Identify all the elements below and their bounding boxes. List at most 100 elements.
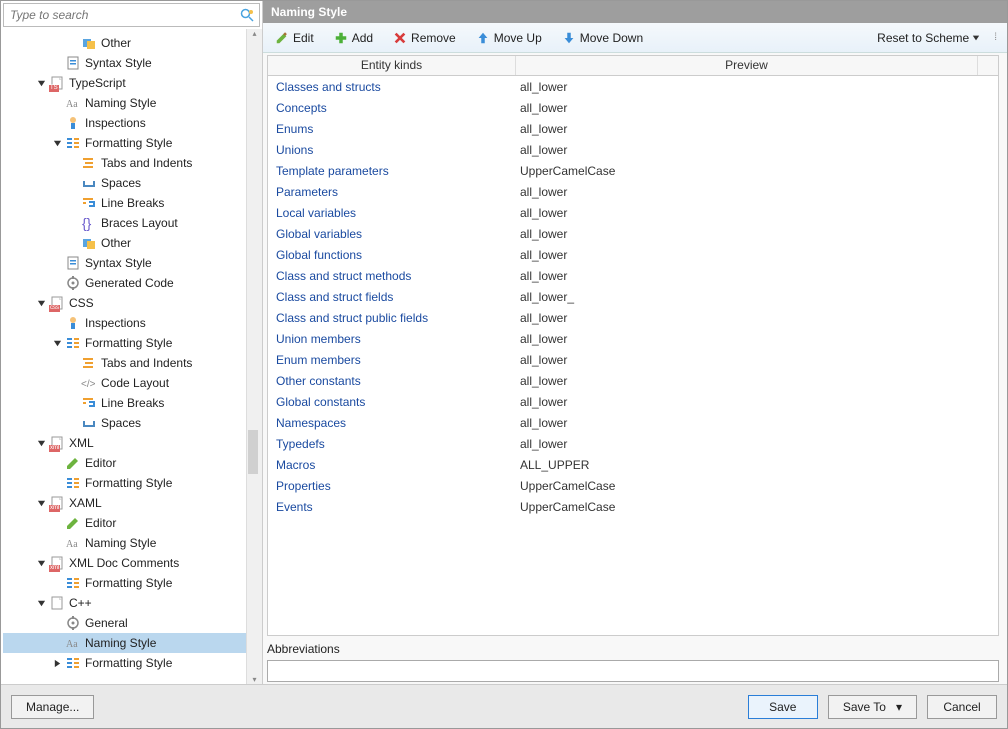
spaces-icon [81,175,97,191]
tree-item[interactable]: Other [3,233,246,253]
move-down-button[interactable]: Move Down [558,29,647,47]
tree-item[interactable]: Line Breaks [3,193,246,213]
tree-item[interactable]: Braces Layout [3,213,246,233]
add-button[interactable]: Add [330,29,377,47]
col-entity-kinds[interactable]: Entity kinds [268,56,516,75]
entity-cell: Typedefs [268,437,516,451]
table-row[interactable]: Unionsall_lower [268,139,998,160]
syntax-icon [65,55,81,71]
table-row[interactable]: Conceptsall_lower [268,97,998,118]
tree-item[interactable]: Syntax Style [3,53,246,73]
table-row[interactable]: Global constantsall_lower [268,391,998,412]
table-row[interactable]: Class and struct methodsall_lower [268,265,998,286]
toolbar-overflow-icon[interactable]: ⁞ [992,32,999,43]
table-row[interactable]: Other constantsall_lower [268,370,998,391]
tree-item[interactable]: Editor [3,453,246,473]
tree-item[interactable]: Syntax Style [3,253,246,273]
aa-icon [65,635,81,651]
table-row[interactable]: EventsUpperCamelCase [268,496,998,517]
manage-button[interactable]: Manage... [11,695,94,719]
table-row[interactable]: Namespacesall_lower [268,412,998,433]
tree-scrollbar[interactable]: ▴ ▾ [246,29,262,684]
format-icon [65,335,81,351]
tree-item[interactable]: Generated Code [3,273,246,293]
table-row[interactable]: PropertiesUpperCamelCase [268,475,998,496]
gen-icon [65,615,81,631]
settings-tree[interactable]: OtherSyntax StyleTSTypeScriptNaming Styl… [1,29,246,684]
save-to-button[interactable]: Save To▾ [828,695,917,719]
search-input[interactable] [4,8,239,22]
save-button[interactable]: Save [748,695,818,719]
table-row[interactable]: Global functionsall_lower [268,244,998,265]
tree-expand-icon[interactable] [35,497,47,509]
tree-expand-icon[interactable] [51,137,63,149]
ts-icon: TS [49,75,65,91]
table-row[interactable]: Local variablesall_lower [268,202,998,223]
tree-expand-icon[interactable] [35,597,47,609]
tree-item[interactable]: xmlXML [3,433,246,453]
splitter-handle[interactable] [248,430,258,474]
bottom-bar: Manage... Save Save To▾ Cancel [1,684,1007,728]
tree-expand-icon[interactable] [51,657,63,669]
tabs-icon [81,355,97,371]
table-row[interactable]: Typedefsall_lower [268,433,998,454]
tree-item[interactable]: Formatting Style [3,653,246,673]
cancel-button[interactable]: Cancel [927,695,997,719]
abbreviations-input[interactable] [267,660,999,682]
entity-cell: Macros [268,458,516,472]
preview-cell: all_lower [516,143,998,157]
tree-item[interactable]: Naming Style [3,633,246,653]
tree-expand-icon [51,617,63,629]
move-up-button[interactable]: Move Up [472,29,546,47]
tree-item[interactable]: Formatting Style [3,473,246,493]
tree-item[interactable]: Formatting Style [3,133,246,153]
tree-item[interactable]: xmlXAML [3,493,246,513]
tree-item[interactable]: xml XML Doc Comments [3,553,246,573]
table-row[interactable]: Enumsall_lower [268,118,998,139]
tree-item[interactable]: Tabs and Indents [3,353,246,373]
tree-item[interactable]: Code Layout [3,373,246,393]
tree-item-label: Syntax Style [85,256,152,270]
tree-expand-icon[interactable] [35,437,47,449]
tree-expand-icon[interactable] [51,337,63,349]
syntax-icon [65,255,81,271]
tree-item[interactable]: Naming Style [3,533,246,553]
table-row[interactable]: Union membersall_lower [268,328,998,349]
tree-expand-icon[interactable] [35,297,47,309]
table-row[interactable]: MacrosALL_UPPER [268,454,998,475]
tree-item[interactable]: Editor [3,513,246,533]
xml-icon: xml [49,555,65,571]
col-preview[interactable]: Preview [516,56,978,75]
tree-item[interactable]: Other [3,33,246,53]
tree-item[interactable]: Tabs and Indents [3,153,246,173]
tree-expand-icon [51,277,63,289]
tree-item[interactable]: Formatting Style [3,573,246,593]
table-row[interactable]: Global variablesall_lower [268,223,998,244]
tree-item-label: TypeScript [69,76,126,90]
tree-item[interactable]: Inspections [3,313,246,333]
table-row[interactable]: Template parametersUpperCamelCase [268,160,998,181]
tree-item[interactable]: Naming Style [3,93,246,113]
tree-item-label: XML Doc Comments [69,556,179,570]
tree-expand-icon[interactable] [35,557,47,569]
table-row[interactable]: Enum membersall_lower [268,349,998,370]
edit-button[interactable]: Edit [271,29,318,47]
table-row[interactable]: Class and struct public fieldsall_lower [268,307,998,328]
reset-to-scheme-button[interactable]: Reset to Scheme [877,31,980,45]
entity-cell: Other constants [268,374,516,388]
tree-item[interactable]: Spaces [3,173,246,193]
tree-expand-icon[interactable] [35,77,47,89]
tree-item[interactable]: Formatting Style [3,333,246,353]
tree-item[interactable]: General [3,613,246,633]
table-row[interactable]: Classes and structsall_lower [268,76,998,97]
tree-item[interactable]: TS TypeScript [3,73,246,93]
table-row[interactable]: Parametersall_lower [268,181,998,202]
table-row[interactable]: Class and struct fieldsall_lower_ [268,286,998,307]
search-icon[interactable] [239,7,255,23]
remove-button[interactable]: Remove [389,29,460,47]
tree-item[interactable]: Inspections [3,113,246,133]
tree-item[interactable]: Spaces [3,413,246,433]
tree-item[interactable]: C++ [3,593,246,613]
tree-item[interactable]: cssCSS [3,293,246,313]
tree-item[interactable]: Line Breaks [3,393,246,413]
